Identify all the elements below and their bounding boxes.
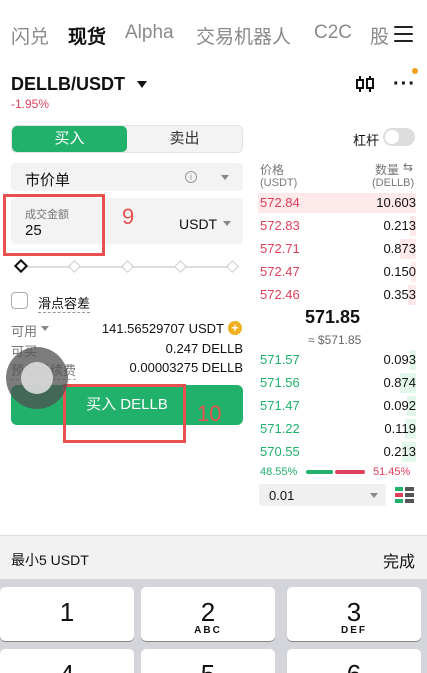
chevron-down-icon <box>370 493 378 498</box>
key-3[interactable]: 3 DEF <box>287 587 421 641</box>
chevron-down-icon <box>41 326 49 331</box>
slider-node-100[interactable] <box>226 260 239 273</box>
last-price-usd: ≈ $571.85 <box>308 333 362 347</box>
bid-qty: 0.092 <box>383 398 416 413</box>
chevron-down-icon <box>223 221 231 226</box>
bid-price: 571.57 <box>260 352 300 367</box>
ask-qty: 10.603 <box>376 195 416 210</box>
slippage-checkbox[interactable] <box>11 292 28 309</box>
annotation-step-amount: 9 <box>122 204 135 229</box>
amount-slider[interactable] <box>13 258 239 274</box>
leverage-label: 杠杆 <box>353 133 380 148</box>
order-type-label: 市价单 <box>25 172 71 189</box>
ask-price: 572.46 <box>260 287 300 302</box>
pair-symbol[interactable]: DELLB/USDT <box>11 74 125 95</box>
slider-node-50[interactable] <box>121 260 134 273</box>
nav-tab-alpha[interactable]: Alpha <box>125 22 174 44</box>
buy-ratio: 48.55% <box>260 466 298 478</box>
candlestick-icon[interactable] <box>354 74 376 94</box>
can-buy-value: 0.247 DELLB <box>165 341 243 356</box>
numeric-keyboard: 1 2ABC 3DEF 4 5 6 <box>0 579 427 673</box>
ask-price: 572.83 <box>260 218 300 233</box>
menu-icon[interactable] <box>394 26 413 42</box>
bid-price: 571.47 <box>260 398 300 413</box>
amount-unit-select[interactable]: USDT <box>179 216 217 232</box>
top-nav: 闪兑 现货 Alpha 交易机器人 C2C 股 <box>0 0 427 70</box>
swap-unit-icon[interactable]: ⇆ <box>403 160 413 174</box>
ask-qty: 0.873 <box>383 241 416 256</box>
slider-node-75[interactable] <box>174 260 187 273</box>
bid-qty: 0.093 <box>383 352 416 367</box>
ob-price-unit: (USDT) <box>260 177 298 189</box>
bid-row[interactable]: 571.57 0.093 <box>258 350 416 370</box>
ask-row[interactable]: 572.47 0.150 <box>258 262 416 282</box>
ask-row[interactable]: 572.83 0.213 <box>258 216 416 236</box>
slippage-label[interactable]: 滑点容差 <box>38 293 91 313</box>
available-label[interactable]: 可用 <box>11 321 37 340</box>
tab-sell[interactable]: 卖出 <box>127 126 242 152</box>
nav-tab-bots[interactable]: 交易机器人 <box>196 22 291 49</box>
precision-value: 0.01 <box>269 488 295 503</box>
floating-assistive-button[interactable] <box>6 347 68 409</box>
fee-value: 0.00003275 DELLB <box>129 360 243 375</box>
bid-price: 571.56 <box>260 375 300 390</box>
bid-row[interactable]: 571.47 0.092 <box>258 396 416 416</box>
price-change: -1.95% <box>11 97 50 111</box>
bid-qty: 0.119 <box>384 421 416 436</box>
bid-qty: 0.213 <box>383 444 416 459</box>
precision-select[interactable]: 0.01 <box>259 484 386 506</box>
last-price[interactable]: 571.85 <box>305 307 360 328</box>
annotation-box-buy <box>63 384 186 443</box>
slider-node-25[interactable] <box>68 260 81 273</box>
key-6[interactable]: 6 <box>287 649 421 673</box>
ask-row[interactable]: 572.84 10.603 <box>258 193 416 213</box>
buy-ratio-bar <box>306 470 333 474</box>
ask-row[interactable]: 572.71 0.873 <box>258 239 416 259</box>
ask-qty: 0.150 <box>383 264 416 279</box>
min-amount-hint: 最小5 USDT <box>11 552 89 568</box>
ask-row[interactable]: 572.46 0.353 <box>258 285 416 305</box>
ob-qty-header: 数量 <box>375 163 400 177</box>
leverage-toggle[interactable] <box>383 128 415 146</box>
ask-qty: 0.213 <box>383 218 416 233</box>
keyboard-toolbar: 最小5 USDT 完成 <box>0 535 427 579</box>
keyboard-done-button[interactable]: 完成 <box>383 548 415 572</box>
ask-qty: 0.353 <box>383 287 416 302</box>
chevron-down-icon <box>221 175 229 180</box>
key-5[interactable]: 5 <box>141 649 275 673</box>
annotation-box-amount <box>3 194 105 256</box>
bid-price: 571.22 <box>260 421 300 436</box>
bid-row[interactable]: 571.56 0.874 <box>258 373 416 393</box>
nav-tab-c2c[interactable]: C2C <box>314 22 352 44</box>
deposit-plus-icon[interactable]: + <box>228 321 242 335</box>
annotation-step-buy: 10 <box>197 401 222 426</box>
key-1[interactable]: 1 <box>0 587 134 641</box>
ask-price: 572.84 <box>260 195 300 210</box>
key-2[interactable]: 2 ABC <box>141 587 275 641</box>
bid-row[interactable]: 570.55 0.213 <box>258 442 416 462</box>
bid-qty: 0.874 <box>383 375 416 390</box>
order-type-select[interactable]: 市价单 i <box>11 163 243 191</box>
pair-caret-icon[interactable] <box>137 81 147 88</box>
notification-dot-icon <box>412 68 418 74</box>
nav-tab-spot[interactable]: 现货 <box>68 22 106 49</box>
sell-ratio-bar <box>335 470 365 474</box>
nav-tab-stocks[interactable]: 股 <box>370 22 389 49</box>
ob-qty-unit: (DELLB) <box>372 177 415 189</box>
bid-price: 570.55 <box>260 444 300 459</box>
ask-price: 572.47 <box>260 264 300 279</box>
slider-handle[interactable] <box>13 258 29 274</box>
more-icon[interactable]: ··· <box>393 74 416 94</box>
tab-buy[interactable]: 买入 <box>12 126 127 152</box>
buy-sell-tabs: 买入 卖出 <box>11 125 243 153</box>
bid-row[interactable]: 571.22 0.119 <box>258 419 416 439</box>
available-value: 141.56529707 USDT <box>101 321 224 336</box>
sell-ratio: 51.45% <box>373 466 411 478</box>
info-icon[interactable]: i <box>185 171 197 183</box>
ob-price-header: 价格 <box>260 163 285 177</box>
orderbook-layout-icon[interactable] <box>395 486 414 504</box>
key-4[interactable]: 4 <box>0 649 134 673</box>
nav-tab-swap[interactable]: 闪兑 <box>11 22 49 49</box>
ask-price: 572.71 <box>260 241 300 256</box>
